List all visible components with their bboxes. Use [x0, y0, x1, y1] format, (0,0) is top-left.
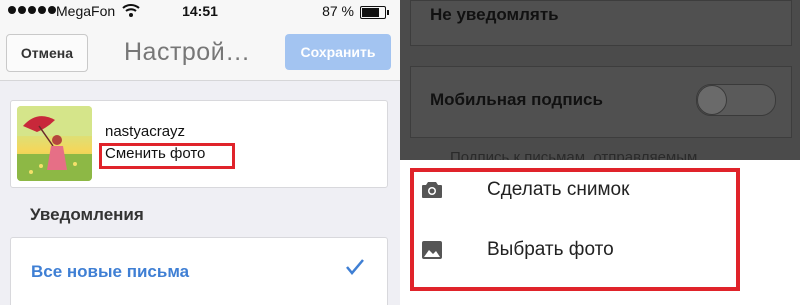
- status-bar: MegaFon 14:51 87 %: [0, 0, 400, 24]
- check-icon: [345, 256, 365, 282]
- photo-bottom-sheet: Сделать снимок Выбрать фото: [400, 160, 800, 305]
- profile-username: nastyacrayz: [105, 123, 186, 140]
- ios-settings-screen: MegaFon 14:51 87 % Отмена Настрой… Сохра…: [0, 0, 400, 305]
- dimmed-settings-background: Не уведомлять Мобильная подпись Подпись …: [400, 0, 800, 166]
- notification-option-label: Все новые письма: [31, 262, 190, 281]
- avatar[interactable]: [17, 106, 92, 181]
- battery-icon: [360, 6, 389, 19]
- highlight-box-change-photo: [99, 143, 235, 169]
- page-title: Настрой…: [124, 38, 251, 66]
- mute-option-label: Не уведомлять: [430, 5, 559, 24]
- mobile-signature-toggle[interactable]: [696, 84, 776, 116]
- mobile-signature-label: Мобильная подпись: [430, 90, 603, 109]
- notification-option-row[interactable]: Все новые письма: [10, 237, 388, 305]
- toggle-knob: [697, 85, 727, 115]
- nav-bar: Отмена Настрой… Сохранить: [0, 24, 400, 81]
- cancel-button[interactable]: Отмена: [6, 34, 88, 72]
- android-settings-screen: Не уведомлять Мобильная подпись Подпись …: [400, 0, 800, 305]
- save-button[interactable]: Сохранить: [285, 34, 391, 70]
- highlight-box-photo-options: [410, 168, 740, 291]
- battery-percent: 87 %: [322, 3, 354, 19]
- section-title-notifications: Уведомления: [30, 205, 144, 224]
